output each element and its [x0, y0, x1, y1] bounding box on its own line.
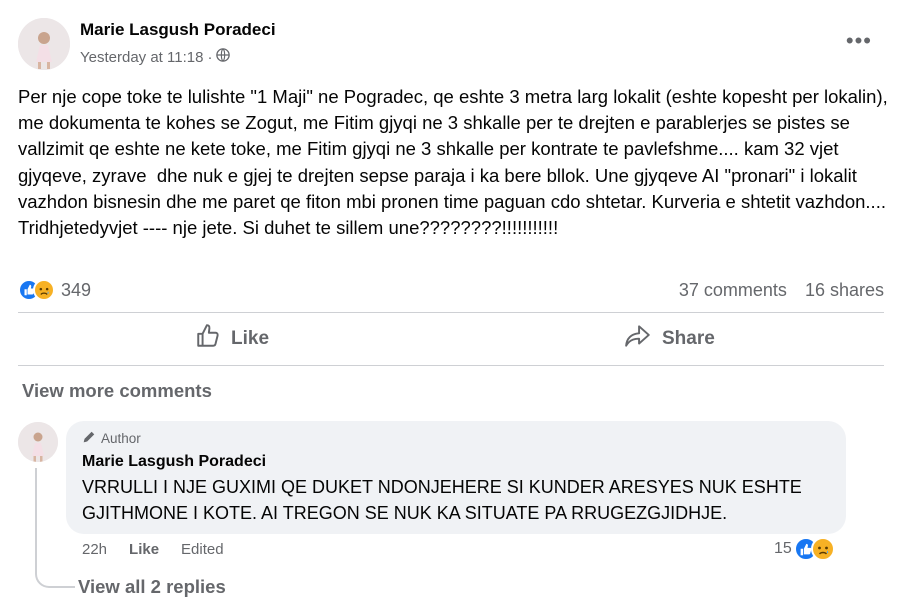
meta-separator: · [207, 48, 213, 66]
like-button[interactable]: Like [195, 322, 269, 356]
commenter-name[interactable]: Marie Lasgush Poradeci [82, 453, 266, 471]
like-label: Like [231, 328, 270, 349]
comment-reaction-count: 15 [774, 540, 792, 557]
post-timestamp[interactable]: Yesterday at 11:18 [80, 49, 203, 66]
post-card: Marie Lasgush Poradeci Yesterday at 11:1… [0, 0, 900, 608]
comment-actions: 22h Like Edited [82, 541, 224, 558]
comment-age[interactable]: 22h [82, 541, 107, 558]
author-badge: Author [82, 430, 141, 447]
view-replies-link[interactable]: View all 2 replies [78, 576, 226, 598]
comment-reactions[interactable]: 15 [774, 537, 835, 561]
divider-top [18, 312, 884, 313]
comment-text: VRRULLI I NJE GUXIMI QE DUKET NDONJEHERE… [82, 477, 802, 523]
post-stats: 349 37 comments 16 shares [18, 277, 884, 303]
reactions-summary[interactable]: 349 [18, 279, 91, 301]
divider-bottom [18, 365, 884, 366]
post-author-name[interactable]: Marie Lasgush Poradeci [80, 20, 276, 40]
comments-count[interactable]: 37 comments [679, 280, 787, 301]
commenter-avatar[interactable] [18, 422, 58, 462]
author-avatar[interactable] [18, 18, 70, 70]
globe-icon[interactable] [216, 48, 231, 66]
comment-edited-label[interactable]: Edited [181, 541, 224, 558]
view-more-comments-link[interactable]: View more comments [22, 380, 212, 402]
share-arrow-icon [624, 323, 652, 355]
comment-bubble: Author Marie Lasgush Poradeci VRRULLI I … [66, 421, 846, 534]
pen-icon [82, 430, 96, 447]
shares-count[interactable]: 16 shares [805, 280, 884, 301]
sad-reaction-icon [810, 537, 835, 561]
reaction-count: 349 [61, 279, 92, 300]
share-button[interactable]: Share [624, 322, 715, 356]
post-text: Per nje cope toke te lulishte "1 Maji" n… [18, 86, 893, 239]
author-badge-label: Author [101, 431, 141, 446]
more-options-button[interactable]: ••• [846, 28, 872, 54]
comment-like-button[interactable]: Like [129, 541, 159, 558]
share-label: Share [662, 328, 715, 349]
post-meta: Yesterday at 11:18 · [80, 48, 231, 66]
thumbs-up-icon [195, 323, 221, 355]
sad-reaction-icon [33, 279, 55, 301]
